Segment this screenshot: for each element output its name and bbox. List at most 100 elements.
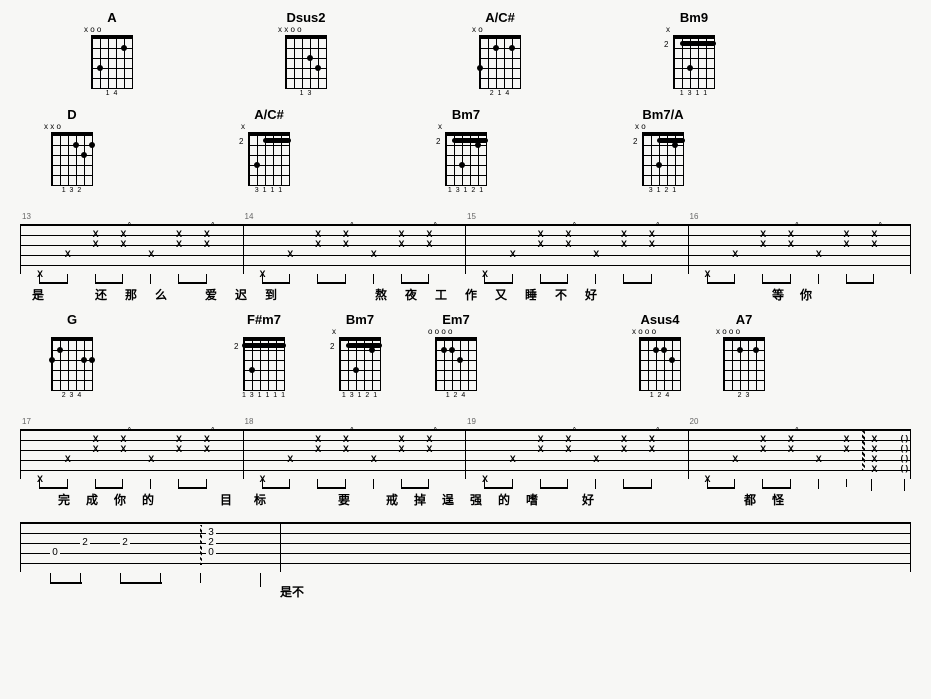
- lyric-syllable: 你: [792, 286, 820, 302]
- lyric-syllable: 等: [764, 286, 792, 302]
- lyric-syllable: 的: [490, 491, 518, 507]
- strum-mark: X: [312, 434, 324, 444]
- lyric-syllable: 戒: [378, 491, 406, 507]
- lyric-syllable: 夜: [396, 286, 426, 302]
- strum-mark: X: [423, 434, 435, 444]
- bar-number: 20: [690, 417, 699, 426]
- strum-mark: X: [813, 454, 825, 464]
- lyric-syllable: 还: [86, 286, 116, 302]
- strum-mark: X: [841, 434, 853, 444]
- strum-mark: X: [396, 229, 408, 239]
- strum-mark: X: [757, 229, 769, 239]
- fret-number: 0: [50, 547, 60, 558]
- accent-icon: ^: [127, 221, 131, 230]
- lyric-syllable: 到: [256, 286, 286, 302]
- chord-row-2: D x x o 1 3 2 A/C# x 2 3 1 1 1 Bm7 x 2: [0, 107, 931, 196]
- lyric-syllable: 都: [736, 491, 764, 507]
- fret-number: 2: [120, 537, 130, 548]
- chord-Fsharpm7: F#m7 2 1 3 1 1 1 1: [232, 312, 296, 401]
- lyric-syllable: 逞: [434, 491, 462, 507]
- chord-G: G 2 3 4: [40, 312, 104, 401]
- lyric-syllable: 睡: [516, 286, 546, 302]
- strum-mark: X: [257, 269, 269, 279]
- strum-mark: X: [702, 474, 714, 484]
- lyric-syllable: 作: [456, 286, 486, 302]
- lyric-syllable: [346, 286, 366, 302]
- lyric-syllable: 爱: [196, 286, 226, 302]
- lyric-syllable: [190, 491, 206, 507]
- rake-icon: [862, 431, 865, 471]
- strum-mark: X: [729, 454, 741, 464]
- strum-mark: X: [340, 434, 352, 444]
- bar-number: 17: [22, 417, 31, 426]
- chord-A: A x o o 1 4: [80, 10, 144, 99]
- chord-D: D x x o 1 3 2: [40, 107, 104, 196]
- strum-mark: X: [590, 249, 602, 259]
- chord-Bm9: Bm9 x 2 1 3 1 1: [662, 10, 726, 99]
- strum-mark: X: [145, 454, 157, 464]
- lyric-syllable: [162, 491, 190, 507]
- chord-Asus4: Asus4 x o o o 1 2 4: [628, 312, 692, 401]
- lyric-syllable: 的: [134, 491, 162, 507]
- lyric-syllable: [602, 491, 630, 507]
- chord-Bm7-2: Bm7 x 2 1 3 1 2 1: [328, 312, 392, 401]
- accent-icon: ^: [211, 426, 215, 435]
- lyric-syllable: [606, 286, 636, 302]
- lyric-syllable: [714, 491, 736, 507]
- lyric-syllable: [20, 491, 50, 507]
- lyric-syllable: 迟: [226, 286, 256, 302]
- lyric-syllable: [56, 286, 86, 302]
- strum-mark: X: [368, 454, 380, 464]
- lyric-syllable: [656, 286, 686, 302]
- accent-icon: ^: [127, 426, 131, 435]
- strum-mark: X: [368, 249, 380, 259]
- strum-mark: X: [479, 269, 491, 279]
- tab-staff-2: 17181920XXXXXX^XXXXX^XXXXXX^XXXXX^XXXXXX…: [20, 409, 911, 489]
- lyric-syllable: 么: [146, 286, 176, 302]
- lyric-syllable: 不: [546, 286, 576, 302]
- bar-number: 13: [22, 212, 31, 221]
- chord-A7: A7 x o o o 2 3: [712, 312, 776, 401]
- strum-mark: X: [34, 474, 46, 484]
- lyric-syllable: [546, 491, 574, 507]
- strum-mark: X: [284, 249, 296, 259]
- lyric-syllable: 那: [116, 286, 146, 302]
- bar-number: 15: [467, 212, 476, 221]
- strum-mark: X: [868, 464, 880, 474]
- strum-mark: X: [507, 249, 519, 259]
- accent-icon: ^: [350, 426, 354, 435]
- accent-icon: ^: [795, 221, 799, 230]
- lyric-syllable: 又: [486, 286, 516, 302]
- chord-row-1: A x o o 1 4 Dsus2 x x o o 1 3 A/C# x o 2…: [0, 10, 931, 99]
- strum-mark: X: [785, 434, 797, 444]
- fret-number: 2: [80, 537, 90, 548]
- strum-mark: X: [257, 474, 269, 484]
- bar-number: 16: [690, 212, 699, 221]
- chord-Dsus2: Dsus2 x x o o 1 3: [274, 10, 338, 99]
- lyrics-row-1: 是还那么爱迟到熬夜工作又睡不好等你: [20, 286, 911, 302]
- lyric-syllable: 怪: [764, 491, 792, 507]
- lyric-syllable: [686, 286, 716, 302]
- lyric-syllable: [302, 491, 330, 507]
- strum-mark: X: [729, 249, 741, 259]
- strum-mark: X: [479, 474, 491, 484]
- system-1: 13141516XXXXXX^XXXXX^XXXXXX^XXXXX^XXXXXX…: [0, 204, 931, 302]
- strum-mark: X: [702, 269, 714, 279]
- strum-mark: X: [535, 229, 547, 239]
- accent-icon: ^: [572, 221, 576, 230]
- lyric-bottom: 是不: [280, 583, 931, 600]
- lyric-syllable: [286, 286, 316, 302]
- strum-mark: X: [201, 434, 213, 444]
- strum-mark: X: [201, 229, 213, 239]
- lyric-syllable: [630, 491, 658, 507]
- strum-mark: X: [117, 229, 129, 239]
- strum-mark: X: [841, 229, 853, 239]
- bar-number: 14: [245, 212, 254, 221]
- chord-A-Csharp-2: A/C# x 2 3 1 1 1: [237, 107, 301, 196]
- tab-staff-1: 13141516XXXXXX^XXXXX^XXXXXX^XXXXX^XXXXXX…: [20, 204, 911, 284]
- strum-mark: X: [646, 434, 658, 444]
- chord-Em7: Em7 o o o o 1 2 4: [424, 312, 488, 401]
- strum-mark: X: [90, 434, 102, 444]
- sheet-page: A x o o 1 4 Dsus2 x x o o 1 3 A/C# x o 2…: [0, 10, 931, 600]
- system-2: 17181920XXXXXX^XXXXX^XXXXXX^XXXXX^XXXXXX…: [0, 409, 931, 507]
